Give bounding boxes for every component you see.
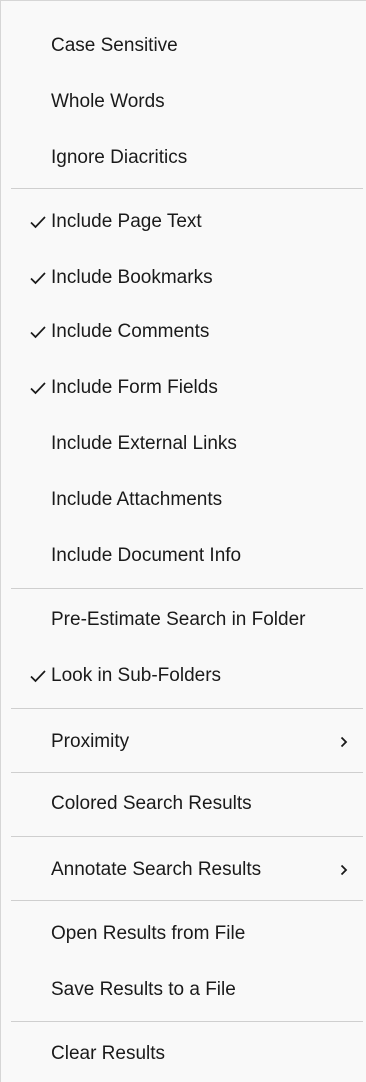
menu-item-colored-search-results[interactable]: Colored Search Results [1, 777, 366, 831]
menu-item-label: Include Document Info [51, 545, 242, 566]
menu-item-include-comments[interactable]: Include Comments [1, 305, 366, 359]
menu-item-include-attachments[interactable]: Include Attachments [1, 473, 366, 527]
menu-item-label: Proximity [51, 731, 130, 752]
menu-item-proximity[interactable]: Proximity [1, 715, 366, 769]
menu-separator [11, 588, 363, 589]
menu-item-include-document-info[interactable]: Include Document Info [1, 529, 366, 583]
menu-item-label: Save Results to a File [51, 979, 236, 1000]
menu-item-open-results-from-file[interactable]: Open Results from File [1, 907, 366, 961]
menu-separator [11, 900, 363, 901]
menu-item-include-bookmarks[interactable]: Include Bookmarks [1, 251, 366, 305]
menu-separator [11, 836, 363, 837]
search-options-menu: Case Sensitive Whole Words Ignore Diacri… [0, 0, 366, 1082]
menu-item-label: Ignore Diacritics [51, 147, 188, 168]
menu-item-label: Include External Links [51, 433, 237, 454]
menu-item-case-sensitive[interactable]: Case Sensitive [1, 19, 366, 73]
chevron-right-icon [340, 864, 348, 876]
checkmark-icon [30, 382, 46, 395]
menu-item-label: Open Results from File [51, 923, 246, 944]
menu-item-include-page-text[interactable]: Include Page Text [1, 195, 366, 249]
menu-item-clear-results[interactable]: Clear Results [1, 1027, 366, 1081]
menu-item-label: Include Attachments [51, 489, 223, 510]
menu-item-ignore-diacritics[interactable]: Ignore Diacritics [1, 131, 366, 185]
menu-item-label: Whole Words [51, 91, 165, 112]
menu-separator [11, 188, 363, 189]
menu-item-label: Include Bookmarks [51, 267, 213, 288]
menu-item-look-in-sub-folders[interactable]: Look in Sub-Folders [1, 649, 366, 703]
checkmark-icon [30, 670, 46, 683]
menu-item-label: Include Form Fields [51, 377, 218, 398]
menu-item-label: Include Comments [51, 321, 210, 342]
checkmark-icon [30, 272, 46, 285]
checkmark-icon [30, 216, 46, 229]
menu-item-label: Colored Search Results [51, 793, 252, 814]
chevron-right-icon [340, 736, 348, 748]
menu-item-label: Clear Results [51, 1043, 166, 1064]
menu-item-whole-words[interactable]: Whole Words [1, 75, 366, 129]
menu-item-include-form-fields[interactable]: Include Form Fields [1, 361, 366, 415]
checkmark-icon [30, 326, 46, 339]
menu-separator [11, 772, 363, 773]
menu-item-label: Look in Sub-Folders [51, 665, 222, 686]
menu-item-label: Annotate Search Results [51, 859, 262, 880]
menu-separator [11, 1021, 363, 1022]
menu-item-pre-estimate-search[interactable]: Pre-Estimate Search in Folder [1, 593, 366, 647]
menu-separator [11, 708, 363, 709]
menu-item-include-external-links[interactable]: Include External Links [1, 417, 366, 471]
menu-item-annotate-search-results[interactable]: Annotate Search Results [1, 843, 366, 897]
menu-item-label: Case Sensitive [51, 35, 178, 56]
menu-item-label: Include Page Text [51, 211, 202, 232]
menu-item-save-results-to-file[interactable]: Save Results to a File [1, 963, 366, 1017]
menu-item-label: Pre-Estimate Search in Folder [51, 609, 306, 630]
